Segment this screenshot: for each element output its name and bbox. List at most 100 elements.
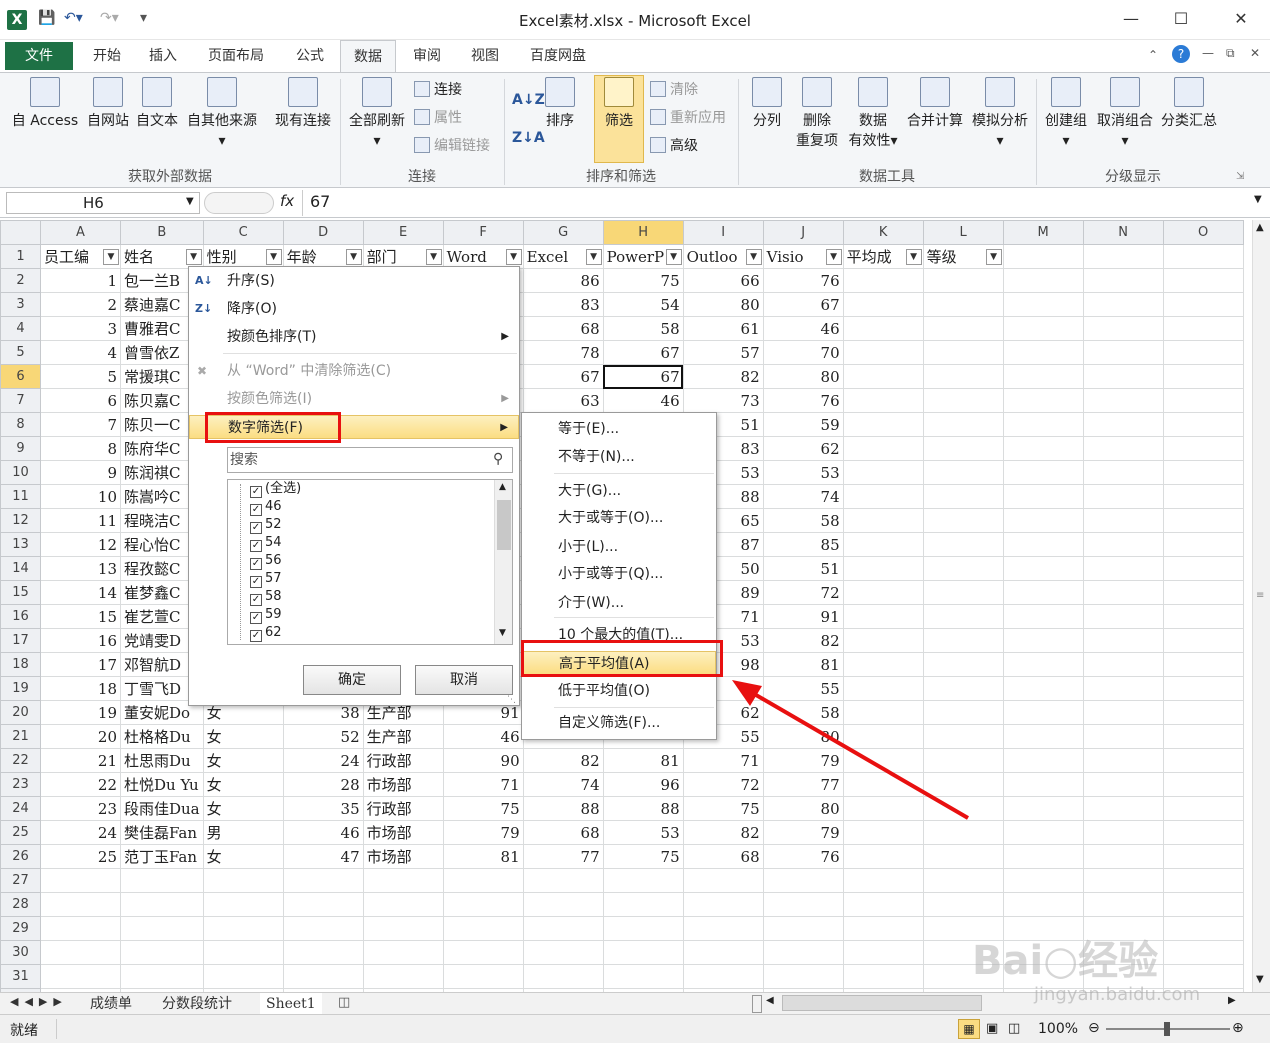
list-item[interactable]: ✓ 52: [250, 516, 282, 534]
checkbox-checked-icon[interactable]: ✓: [250, 522, 262, 534]
cell[interactable]: 范丁玉Fan: [120, 844, 204, 869]
cell[interactable]: [842, 412, 924, 437]
row-header[interactable]: 23: [0, 772, 41, 797]
cell[interactable]: [1082, 484, 1164, 509]
cell[interactable]: 53: [762, 460, 844, 485]
cell[interactable]: [682, 868, 764, 893]
cell[interactable]: [1002, 676, 1084, 701]
below-average-item[interactable]: 低于平均值(O): [522, 679, 716, 703]
cell[interactable]: [202, 940, 284, 965]
hscroll-right-icon[interactable]: ▶: [1228, 995, 1236, 1006]
cell[interactable]: [120, 916, 204, 941]
cell[interactable]: [1002, 796, 1084, 821]
cell[interactable]: [1082, 388, 1164, 413]
cell[interactable]: [362, 940, 444, 965]
cell[interactable]: [922, 892, 1004, 917]
cell[interactable]: 67: [602, 340, 684, 365]
column-header-b[interactable]: B: [120, 220, 204, 245]
cell[interactable]: [1082, 604, 1164, 629]
cell[interactable]: [1162, 316, 1244, 341]
text-to-columns-button[interactable]: 分列: [744, 77, 790, 131]
cell[interactable]: [1002, 820, 1084, 845]
cell[interactable]: [1082, 292, 1164, 317]
cell[interactable]: 58: [762, 508, 844, 533]
row-header[interactable]: 10: [0, 460, 41, 485]
cell[interactable]: [842, 940, 924, 965]
sort-descending-item[interactable]: Z↓ 降序(O): [189, 297, 519, 321]
cell[interactable]: 杜悦Du Yu: [120, 772, 204, 797]
cell[interactable]: [762, 868, 844, 893]
cell[interactable]: [442, 868, 524, 893]
cell[interactable]: [40, 892, 121, 917]
cell[interactable]: [282, 892, 364, 917]
ungroup-button[interactable]: 取消组合 ▾: [1094, 77, 1156, 151]
cell[interactable]: 82: [762, 628, 844, 653]
cell[interactable]: 市场部: [362, 820, 444, 845]
equals-item[interactable]: 等于(E)...: [522, 417, 716, 441]
cell[interactable]: 63: [522, 388, 604, 413]
cell[interactable]: 76: [762, 268, 844, 293]
list-item[interactable]: ✓ 58: [250, 588, 282, 606]
cell[interactable]: [922, 412, 1004, 437]
header-cell[interactable]: PowerP ▼: [602, 244, 684, 269]
formula-bar-resizer[interactable]: [204, 192, 274, 214]
list-item[interactable]: ✓ 62: [250, 624, 282, 642]
cell[interactable]: [1082, 556, 1164, 581]
cell[interactable]: [1002, 388, 1084, 413]
tab-view[interactable]: 视图: [460, 40, 510, 72]
row-header[interactable]: 20: [0, 700, 41, 725]
cell[interactable]: [1002, 580, 1084, 605]
cell[interactable]: [922, 868, 1004, 893]
cell[interactable]: 81: [602, 748, 684, 773]
sheet-tab-ranges[interactable]: 分数段统计: [156, 993, 238, 1015]
cell[interactable]: [922, 292, 1004, 317]
refresh-all-button[interactable]: 全部刷新 ▾: [344, 77, 410, 151]
cell[interactable]: [1162, 940, 1244, 965]
checkbox-checked-icon[interactable]: ✓: [250, 504, 262, 516]
cell[interactable]: [1082, 724, 1164, 749]
cell[interactable]: 67: [762, 292, 844, 317]
cell[interactable]: [1082, 772, 1164, 797]
row-header[interactable]: 21: [0, 724, 41, 749]
tab-file[interactable]: 文件: [5, 42, 73, 70]
filter-dropdown-icon[interactable]: ▼: [905, 249, 922, 265]
cell[interactable]: [1082, 820, 1164, 845]
cell[interactable]: [842, 436, 924, 461]
reapply-button[interactable]: 重新应用: [650, 107, 726, 129]
cell[interactable]: [842, 580, 924, 605]
list-item[interactable]: ✓ 56: [250, 552, 282, 570]
cell[interactable]: [842, 628, 924, 653]
cell[interactable]: 68: [522, 820, 604, 845]
cell[interactable]: 女: [202, 748, 284, 773]
edit-links-button[interactable]: 编辑链接: [414, 135, 490, 157]
clear-filter-item[interactable]: ✖ 从 “Word” 中清除筛选(C): [189, 359, 519, 383]
cell[interactable]: [1082, 532, 1164, 557]
row-header[interactable]: 13: [0, 532, 41, 557]
cell[interactable]: [842, 892, 924, 917]
cell[interactable]: 91: [762, 604, 844, 629]
cell[interactable]: 57: [682, 340, 764, 365]
filter-dropdown-icon[interactable]: ▼: [825, 249, 842, 265]
cell[interactable]: [522, 964, 604, 989]
cell[interactable]: [1002, 412, 1084, 437]
not-equals-item[interactable]: 不等于(N)...: [522, 445, 716, 469]
header-cell[interactable]: Outloo ▼: [682, 244, 764, 269]
existing-connections-button[interactable]: 现有连接: [270, 77, 336, 131]
cell[interactable]: [842, 460, 924, 485]
cell[interactable]: [1002, 772, 1084, 797]
cell[interactable]: [1162, 532, 1244, 557]
filter-values-list[interactable]: ✓ (全选) ✓ 46 ✓ 52 ✓ 54 ✓ 56 ✓ 57 ✓ 58 ✓ 59 ✓ 62 ▲ …: [227, 479, 513, 645]
cell[interactable]: [1082, 412, 1164, 437]
cell[interactable]: [1162, 460, 1244, 485]
cell[interactable]: [1002, 364, 1084, 389]
scroll-down-icon[interactable]: ▼: [1256, 974, 1264, 985]
ok-button[interactable]: 确定: [303, 665, 401, 695]
cell[interactable]: [682, 892, 764, 917]
filter-dropdown-icon[interactable]: ▼: [425, 249, 442, 265]
cell[interactable]: 74: [522, 772, 604, 797]
cell[interactable]: [922, 604, 1004, 629]
advanced-filter-button[interactable]: 高级: [650, 135, 698, 157]
insert-sheet-icon[interactable]: ◫: [338, 995, 350, 1010]
sheet-nav-icons[interactable]: ◀◀▶▶: [10, 995, 68, 1008]
doc-minimize-icon[interactable]: —: [1202, 46, 1214, 60]
